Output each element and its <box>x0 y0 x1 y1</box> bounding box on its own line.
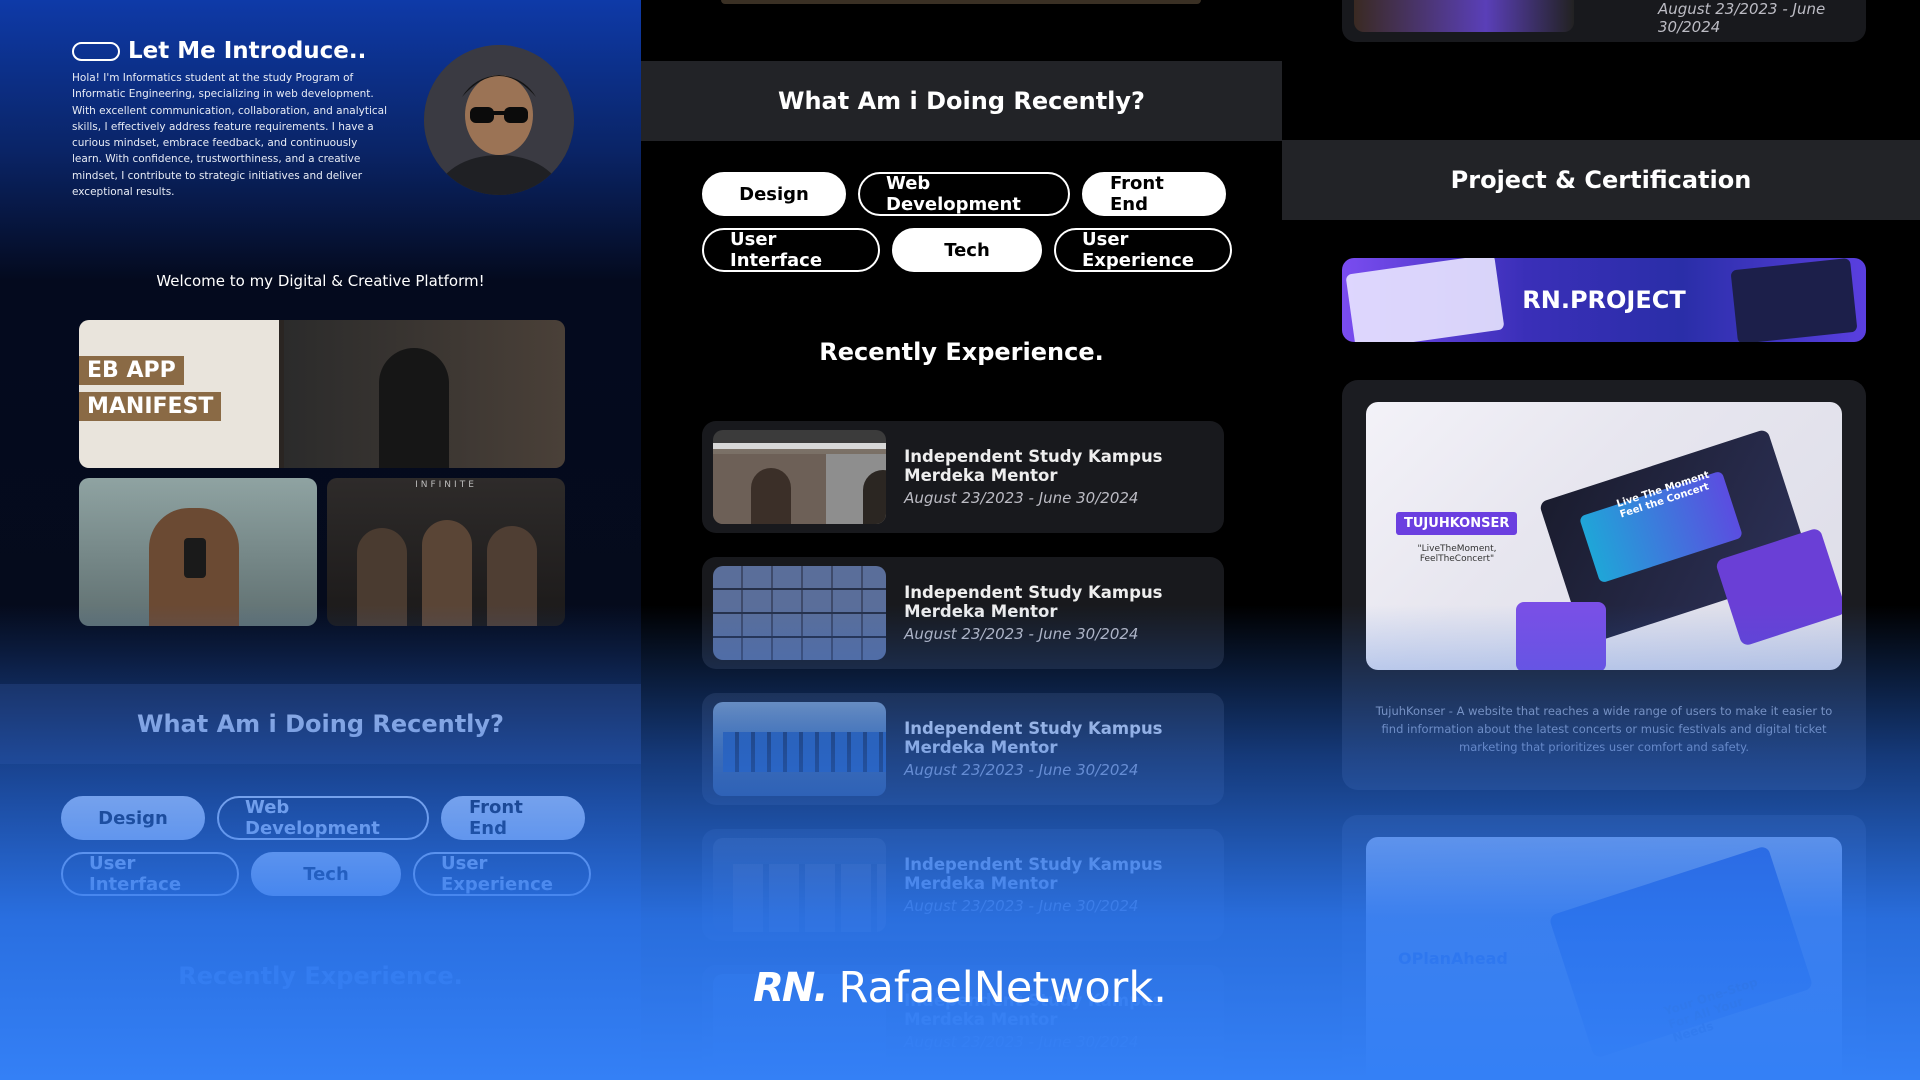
experience-date: August 23/2023 - June 30/2024 <box>904 761 1139 779</box>
tag-group-faded: Design Web Development Front End User In… <box>61 796 601 896</box>
tag-tech[interactable]: Tech <box>892 228 1042 272</box>
recent-experience-title: Recently Experience. <box>819 338 1104 366</box>
photo-caption-webapp: EB APP <box>79 356 184 385</box>
toggle-pill-icon <box>72 41 120 61</box>
photo-mirror-selfie <box>79 478 317 626</box>
tag-design-faded[interactable]: Design <box>61 796 205 840</box>
top-cropped-image <box>721 0 1201 4</box>
experience-title: Independent Study Kampus Merdeka Mentor <box>904 719 1163 757</box>
top-experience-card[interactable]: August 23/2023 - June 30/2024 <box>1342 0 1866 42</box>
experience-title: Independent Study Kampus Merdeka Mentor <box>904 583 1163 621</box>
tag-group: Design Web Development Front End User In… <box>702 172 1242 272</box>
intro-paragraph: Hola! I'm Informatics student at the stu… <box>72 72 387 199</box>
experience-title: Independent Study Kampus Merdeka Mentor <box>904 447 1163 485</box>
project-certification-title: Project & Certification <box>1450 166 1752 194</box>
experience-thumbnail <box>713 566 887 660</box>
brand-name: RafaelNetwork. <box>838 963 1167 1013</box>
experience-card[interactable]: Independent Study Kampus Merdeka Mentor … <box>702 421 1224 533</box>
experience-date: August 23/2023 - June 30/2024 <box>904 1033 1139 1051</box>
project-preview-oplanahead: OPlanAhead Your One-Stop For All Your Ne… <box>1366 837 1842 1080</box>
project-certification-band: Project & Certification <box>1282 140 1920 220</box>
experience-thumbnail <box>713 430 887 524</box>
avatar <box>424 45 574 195</box>
project-banner[interactable]: RN.PROJECT <box>1342 258 1866 342</box>
photo-caption-manifest: MANIFEST <box>79 392 222 421</box>
intro-heading: Let Me Introduce.. <box>72 38 366 64</box>
experience-card[interactable]: Independent Study Kampus Merdeka Mentor … <box>702 829 1224 941</box>
banner-label: RN.PROJECT <box>1522 286 1686 314</box>
tag-front-end-faded[interactable]: Front End <box>441 796 585 840</box>
project-name-tag: TUJUHKONSER <box>1396 512 1518 535</box>
experience-date: August 23/2023 - June 30/2024 <box>904 897 1139 915</box>
experience-date: August 23/2023 - June 30/2024 <box>904 625 1139 643</box>
tag-user-interface[interactable]: User Interface <box>702 228 880 272</box>
profile-photo-icon <box>424 45 574 195</box>
tag-front-end[interactable]: Front End <box>1082 172 1226 216</box>
tag-user-experience[interactable]: User Experience <box>1054 228 1232 272</box>
doing-recently-title: What Am i Doing Recently? <box>778 87 1145 115</box>
tag-web-development-faded[interactable]: Web Development <box>217 796 429 840</box>
experience-date: August 23/2023 - June 30/2024 <box>904 489 1139 507</box>
experience-thumbnail <box>713 702 887 796</box>
brand-watermark: RN. RafaelNetwork. <box>0 963 1920 1013</box>
doing-recently-band-faded: What Am i Doing Recently? <box>0 684 641 764</box>
project-card-second[interactable]: OPlanAhead Your One-Stop For All Your Ne… <box>1342 815 1866 1080</box>
tag-design[interactable]: Design <box>702 172 846 216</box>
experience-thumbnail <box>713 838 887 932</box>
intro-title-text: Let Me Introduce.. <box>128 38 367 64</box>
intro-panel: Let Me Introduce.. Hola! I'm Informatics… <box>0 0 641 1080</box>
tag-tech-faded[interactable]: Tech <box>251 852 401 896</box>
doing-recently-band: What Am i Doing Recently? <box>641 61 1282 141</box>
top-experience-date: August 23/2023 - June 30/2024 <box>1658 0 1826 36</box>
photo-stage-banner: EB APP MANIFEST <box>79 320 565 468</box>
brand-logo-icon: RN. <box>753 965 828 1011</box>
experience-card[interactable]: Independent Study Kampus Merdeka Mentor … <box>702 693 1224 805</box>
photo-caption-infinite: INFINITE <box>415 480 477 490</box>
doing-recently-title-faded: What Am i Doing Recently? <box>137 710 504 738</box>
project-tagline: "LiveTheMoment, FeelTheConcert" <box>1417 544 1497 564</box>
experience-card[interactable]: Independent Study Kampus Merdeka Mentor … <box>702 557 1224 669</box>
project-panel: August 23/2023 - June 30/2024 Project & … <box>1282 0 1920 1080</box>
welcome-text: Welcome to my Digital & Creative Platfor… <box>156 272 485 290</box>
tag-web-development[interactable]: Web Development <box>858 172 1070 216</box>
project-description: TujuhKonser - A website that reaches a w… <box>1375 704 1833 754</box>
project-preview-tujuhkonser: Live The Moment Feel the Concert TUJUHKO… <box>1366 402 1842 670</box>
experience-panel: What Am i Doing Recently? Design Web Dev… <box>641 0 1282 1080</box>
project-card[interactable]: Live The Moment Feel the Concert TUJUHKO… <box>1342 380 1866 790</box>
tag-user-experience-faded[interactable]: User Experience <box>413 852 591 896</box>
experience-title: Independent Study Kampus Merdeka Mentor <box>904 855 1163 893</box>
tag-user-interface-faded[interactable]: User Interface <box>61 852 239 896</box>
photo-group-infinite: INFINITE <box>327 478 565 626</box>
